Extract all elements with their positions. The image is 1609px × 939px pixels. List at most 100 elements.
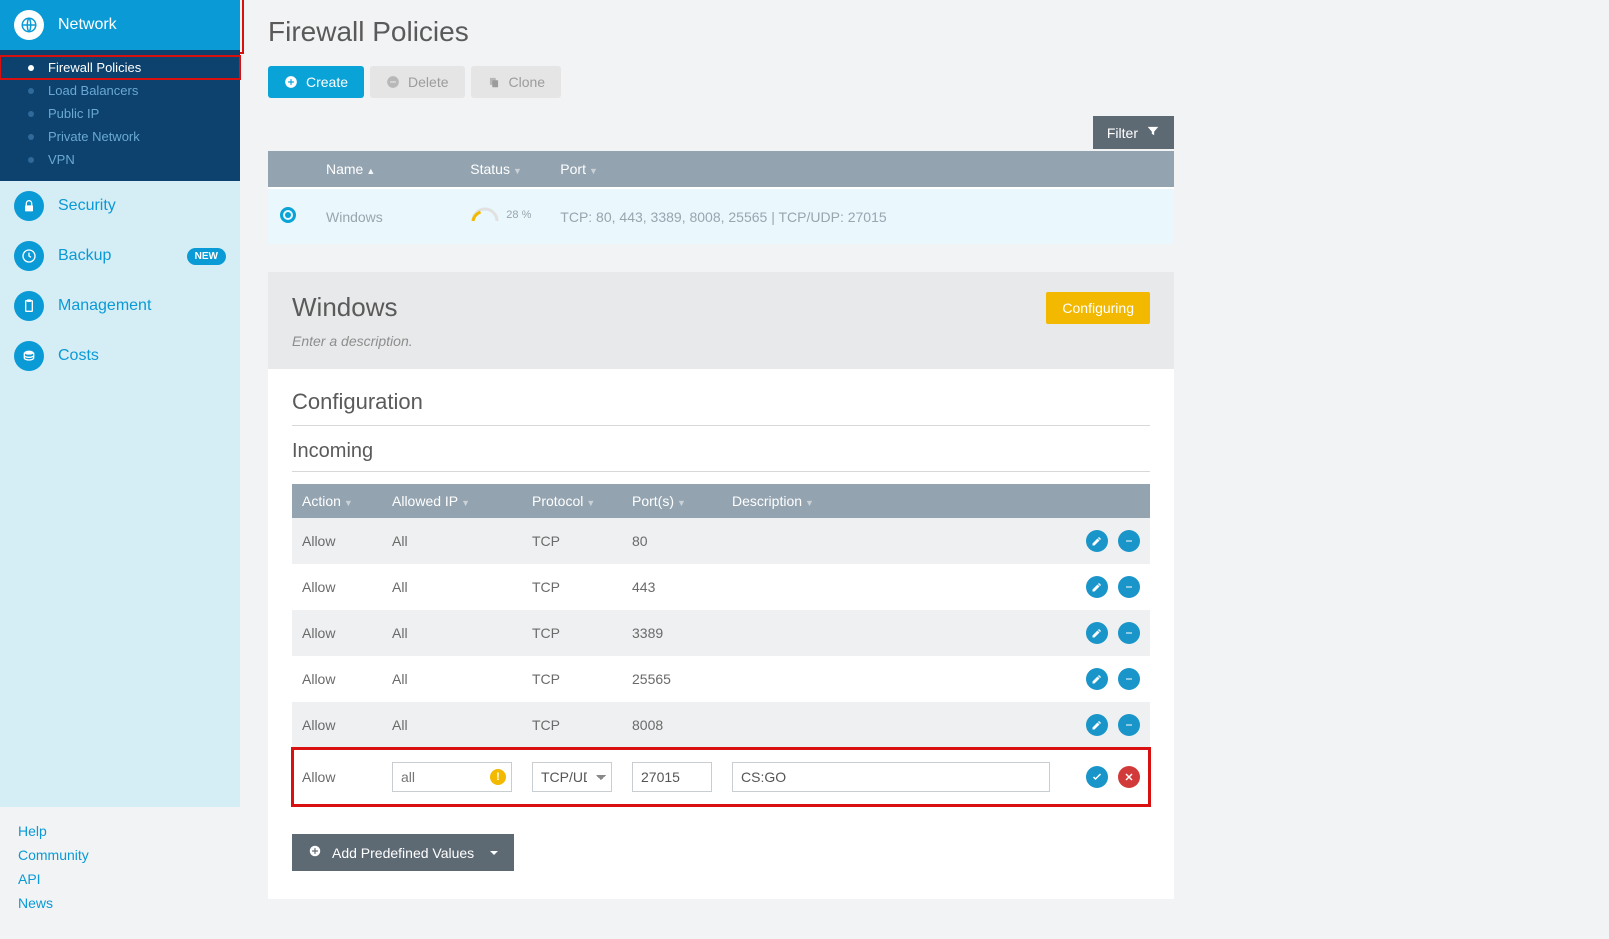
remove-rule-button[interactable] — [1118, 622, 1140, 644]
clone-button-label: Clone — [509, 74, 546, 90]
sidebar-section-network[interactable]: Network — [0, 0, 240, 50]
incoming-heading: Incoming — [292, 440, 1150, 472]
policy-row[interactable]: Windows 28 % TCP: 80, 443, 3389, 8008, 2… — [268, 188, 1174, 244]
create-button-label: Create — [306, 74, 348, 90]
policy-port: TCP: 80, 443, 3389, 8008, 25565 | TCP/UD… — [548, 188, 1174, 244]
rule-proto: TCP — [522, 518, 622, 564]
filter-button-label: Filter — [1107, 125, 1138, 141]
subnav-vpn[interactable]: VPN — [0, 148, 240, 171]
col-allowedip[interactable]: Allowed IP▼ — [382, 484, 522, 518]
edit-rule-button[interactable] — [1086, 530, 1108, 552]
rule-proto: TCP — [522, 656, 622, 702]
add-predefined-button[interactable]: Add Predefined Values — [292, 834, 514, 871]
sidebar-section-backup-label: Backup — [58, 247, 111, 265]
delete-button[interactable]: Delete — [370, 66, 464, 98]
sidebar-section-costs-label: Costs — [58, 347, 99, 365]
rule-desc — [722, 610, 1060, 656]
subnav-load-balancers[interactable]: Load Balancers — [0, 79, 240, 102]
rule-row: Allow All TCP 443 — [292, 564, 1150, 610]
col-description[interactable]: Description▼ — [722, 484, 1060, 518]
sidebar-section-backup[interactable]: Backup NEW — [0, 231, 240, 281]
rule-ports: 25565 — [622, 656, 722, 702]
rule-proto: TCP — [522, 610, 622, 656]
edit-rule-button[interactable] — [1086, 668, 1108, 690]
subnav-public-ip[interactable]: Public IP — [0, 102, 240, 125]
filter-button[interactable]: Filter — [1093, 116, 1174, 149]
row-radio[interactable] — [280, 207, 296, 223]
detail-title: Windows — [292, 292, 413, 323]
toolbar: Create Delete Clone — [268, 66, 1174, 98]
ports-input[interactable] — [632, 762, 712, 792]
sidebar-section-management[interactable]: Management — [0, 281, 240, 331]
plus-icon — [308, 844, 322, 861]
rule-ip: All — [382, 610, 522, 656]
new-rule-action: Allow — [292, 748, 382, 806]
rule-row: Allow All TCP 8008 — [292, 702, 1150, 748]
confirm-rule-button[interactable] — [1086, 766, 1108, 788]
rule-ip: All — [382, 656, 522, 702]
new-rule-row: Allow ! TCP/UDP — [292, 748, 1150, 806]
rule-row: Allow All TCP 25565 — [292, 656, 1150, 702]
col-protocol[interactable]: Protocol▼ — [522, 484, 622, 518]
create-button[interactable]: Create — [268, 66, 364, 98]
protocol-select[interactable]: TCP/UDP — [532, 762, 612, 792]
delete-button-label: Delete — [408, 74, 448, 90]
rule-desc — [722, 518, 1060, 564]
footer-api[interactable]: API — [18, 867, 222, 891]
edit-rule-button[interactable] — [1086, 576, 1108, 598]
sidebar: Network Firewall Policies Load Balancers… — [0, 0, 240, 939]
col-action[interactable]: Action▼ — [292, 484, 382, 518]
rule-desc — [722, 656, 1060, 702]
footer-help[interactable]: Help — [18, 819, 222, 843]
edit-rule-button[interactable] — [1086, 622, 1108, 644]
sidebar-footer-links: Help Community API News — [0, 807, 240, 939]
history-icon — [14, 241, 44, 271]
col-status[interactable]: Status▼ — [458, 151, 548, 188]
policy-table: Name▲ Status▼ Port▼ Windows 28 % TCP: 80 — [268, 151, 1174, 244]
remove-rule-button[interactable] — [1118, 668, 1140, 690]
description-input[interactable] — [732, 762, 1050, 792]
new-badge: NEW — [187, 248, 226, 265]
subnav-firewall-policies[interactable]: Firewall Policies — [0, 56, 240, 79]
rule-action: Allow — [292, 656, 382, 702]
add-predefined-label: Add Predefined Values — [332, 845, 474, 861]
network-subnav: Firewall Policies Load Balancers Public … — [0, 50, 240, 181]
detail-description[interactable]: Enter a description. — [292, 333, 413, 349]
sort-icon: ▼ — [589, 166, 598, 176]
rule-desc — [722, 564, 1060, 610]
remove-rule-button[interactable] — [1118, 530, 1140, 552]
remove-rule-button[interactable] — [1118, 714, 1140, 736]
clone-button[interactable]: Clone — [471, 66, 562, 98]
rule-ip: All — [382, 518, 522, 564]
rule-action: Allow — [292, 610, 382, 656]
edit-rule-button[interactable] — [1086, 714, 1108, 736]
col-ports[interactable]: Port(s)▼ — [622, 484, 722, 518]
sidebar-section-security-label: Security — [58, 197, 116, 215]
policy-name: Windows — [314, 188, 458, 244]
remove-rule-button[interactable] — [1118, 576, 1140, 598]
subnav-private-network[interactable]: Private Network — [0, 125, 240, 148]
policy-detail-panel: Windows Enter a description. Configuring — [268, 272, 1174, 369]
status-gauge: 28 % — [470, 205, 531, 225]
config-heading: Configuration — [292, 389, 1150, 426]
rule-ip: All — [382, 702, 522, 748]
footer-news[interactable]: News — [18, 891, 222, 915]
rule-action: Allow — [292, 564, 382, 610]
coins-icon — [14, 341, 44, 371]
footer-community[interactable]: Community — [18, 843, 222, 867]
network-icon — [14, 10, 44, 40]
cancel-rule-button[interactable] — [1118, 766, 1140, 788]
sidebar-section-network-label: Network — [58, 16, 117, 34]
sidebar-section-security[interactable]: Security — [0, 181, 240, 231]
col-name[interactable]: Name▲ — [314, 151, 458, 188]
page-title: Firewall Policies — [268, 16, 1174, 48]
sidebar-section-costs[interactable]: Costs — [0, 331, 240, 381]
col-port[interactable]: Port▼ — [548, 151, 1174, 188]
rule-action: Allow — [292, 518, 382, 564]
rule-action: Allow — [292, 702, 382, 748]
filter-icon — [1146, 124, 1160, 141]
rule-ports: 443 — [622, 564, 722, 610]
status-pct: 28 % — [506, 209, 531, 221]
sidebar-section-management-label: Management — [58, 297, 151, 315]
minus-icon — [386, 75, 400, 89]
